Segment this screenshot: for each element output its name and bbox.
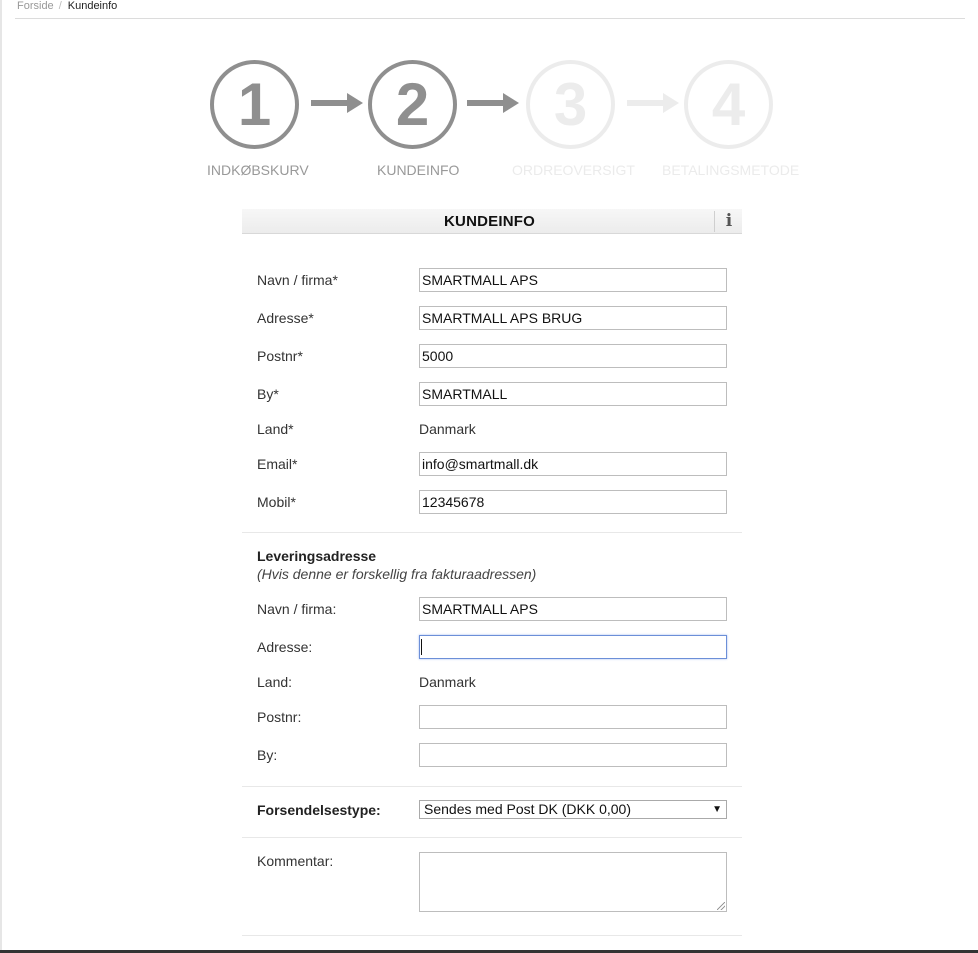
info-icon[interactable]: i xyxy=(722,211,736,231)
arrow-right-icon xyxy=(627,93,679,113)
delivery-country-value: Danmark xyxy=(419,674,476,690)
mobile-label: Mobil* xyxy=(257,494,296,510)
shipping-label: Forsendelsestype: xyxy=(257,802,381,818)
delivery-address-input[interactable] xyxy=(419,635,727,659)
delivery-zip-label: Postnr: xyxy=(257,709,302,725)
zip-label: Postnr* xyxy=(257,348,303,364)
shipping-select[interactable]: Sendes med Post DK (DKK 0,00) ▼ xyxy=(419,800,727,819)
section-divider xyxy=(242,532,742,533)
delivery-address-label: Adresse: xyxy=(257,639,313,655)
delivery-name-label: Navn / firma: xyxy=(257,601,337,617)
section-divider xyxy=(242,935,742,936)
checkout-steps: 1 INDKØBSKURV 2 KUNDEINFO 3 ORDREOVERSIG… xyxy=(0,0,978,190)
delivery-city-input[interactable] xyxy=(419,743,727,767)
email-label: Email* xyxy=(257,456,298,472)
step-4-circle: 4 xyxy=(684,60,773,149)
panel-title: KUNDEINFO xyxy=(444,213,535,230)
step-3-label: ORDREOVERSIGT xyxy=(512,162,635,178)
city-label: By* xyxy=(257,386,279,402)
step-3-circle: 3 xyxy=(526,60,615,149)
arrow-right-icon xyxy=(311,93,363,113)
address-label: Adresse* xyxy=(257,310,314,326)
city-input[interactable] xyxy=(419,382,727,406)
step-2-circle: 2 xyxy=(368,60,457,149)
shipping-selected-value: Sendes med Post DK (DKK 0,00) xyxy=(424,801,631,817)
dropdown-arrow-icon: ▼ xyxy=(712,804,722,815)
mobile-input[interactable] xyxy=(419,490,727,514)
zip-input[interactable] xyxy=(419,344,727,368)
step-1-circle[interactable]: 1 xyxy=(210,60,299,149)
comment-label: Kommentar: xyxy=(257,853,334,869)
arrow-right-icon xyxy=(467,93,519,113)
name-input[interactable] xyxy=(419,268,727,292)
section-divider xyxy=(242,786,742,787)
panel-header-divider xyxy=(714,211,715,232)
address-input[interactable] xyxy=(419,306,727,330)
delivery-country-label: Land: xyxy=(257,674,293,690)
step-4-label: BETALINGSMETODE xyxy=(662,162,800,178)
delivery-note: (Hvis denne er forskellig fra fakturaadr… xyxy=(257,566,537,582)
country-value: Danmark xyxy=(419,421,476,437)
name-label: Navn / firma* xyxy=(257,272,338,288)
email-input[interactable] xyxy=(419,452,727,476)
comment-textarea[interactable] xyxy=(419,852,727,912)
country-label: Land* xyxy=(257,421,294,437)
delivery-heading: Leveringsadresse xyxy=(257,548,377,564)
section-divider xyxy=(242,837,742,838)
delivery-name-input[interactable] xyxy=(419,597,727,621)
panel-header: KUNDEINFO xyxy=(242,209,742,234)
delivery-zip-input[interactable] xyxy=(419,705,727,729)
text-caret xyxy=(421,639,422,655)
delivery-city-label: By: xyxy=(257,747,278,763)
step-2-label: KUNDEINFO xyxy=(377,162,460,178)
resize-grip-icon[interactable] xyxy=(717,902,725,910)
step-1-label[interactable]: INDKØBSKURV xyxy=(207,162,309,178)
